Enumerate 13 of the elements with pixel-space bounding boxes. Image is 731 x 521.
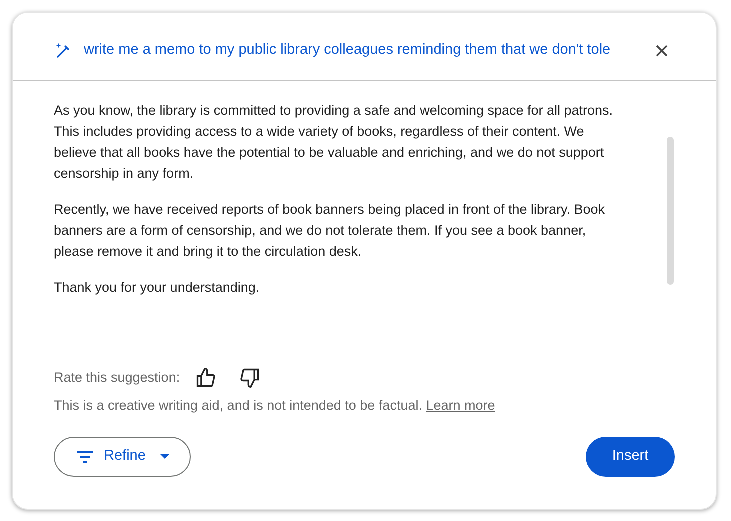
close-icon: [655, 44, 669, 58]
disclaimer-text: This is a creative writing aid, and is not intended to be factual. Learn more: [54, 396, 496, 415]
thumbs-up-button[interactable]: [194, 366, 218, 390]
memo-paragraph: Thank you for your understanding.: [54, 279, 261, 297]
caret-icon: [160, 454, 170, 460]
filter-icon: [76, 450, 94, 464]
memo-paragraph: Recently, we have received reports of book banners being placed in front of the library. Book banners are a form of censorship, and we do not tolerate them. If you see a book banner, please remove it and bring it to the circulation desk.: [54, 201, 606, 261]
rate-label: Rate this suggestion:: [54, 368, 180, 387]
learn-more-link[interactable]: Learn more: [426, 398, 496, 413]
refine-button[interactable]: Refine: [54, 437, 191, 477]
memo-paragraph: As you know, the library is committed to providing a safe and welcoming space for all patrons. This includes providing access to a wide variety of books, regardless of their content. We believe that all books have the potential to be valuable and enriching, and we do not support censorship in any form.: [54, 102, 614, 183]
insert-button[interactable]: Insert: [586, 437, 675, 477]
prompt-text: write me a memo to my public library colleagues reminding them that we don't tole: [84, 40, 611, 60]
